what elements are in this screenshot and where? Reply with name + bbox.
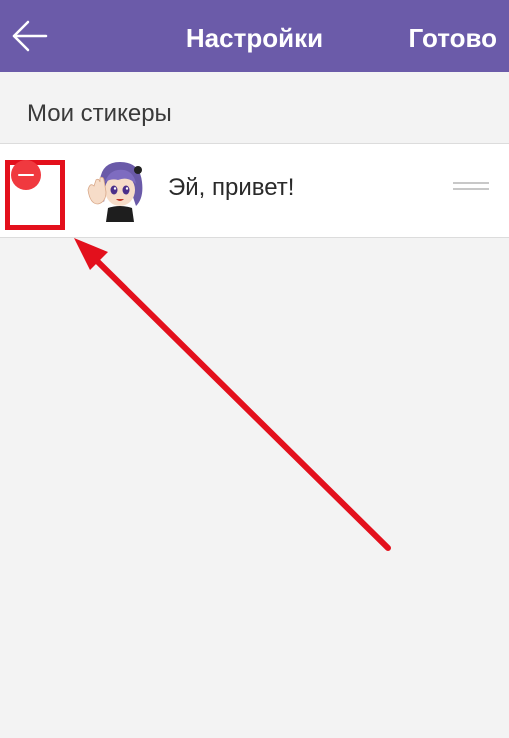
sticker-pack-name: Эй, привет! bbox=[168, 174, 295, 201]
screen: Настройки Готово Мои стикеры Эй, привет! bbox=[0, 0, 509, 738]
delete-pack-button[interactable] bbox=[11, 160, 41, 190]
section-title: Мои стикеры bbox=[27, 100, 172, 127]
reorder-handle-icon[interactable] bbox=[453, 182, 489, 198]
back-arrow-icon[interactable] bbox=[8, 14, 52, 58]
minus-icon bbox=[18, 174, 34, 176]
waving-girl-sticker-icon bbox=[87, 162, 143, 222]
navbar: Настройки Готово bbox=[0, 0, 509, 72]
sticker-pack-row[interactable]: Эй, привет! bbox=[0, 143, 509, 238]
done-button[interactable]: Готово bbox=[409, 0, 497, 72]
